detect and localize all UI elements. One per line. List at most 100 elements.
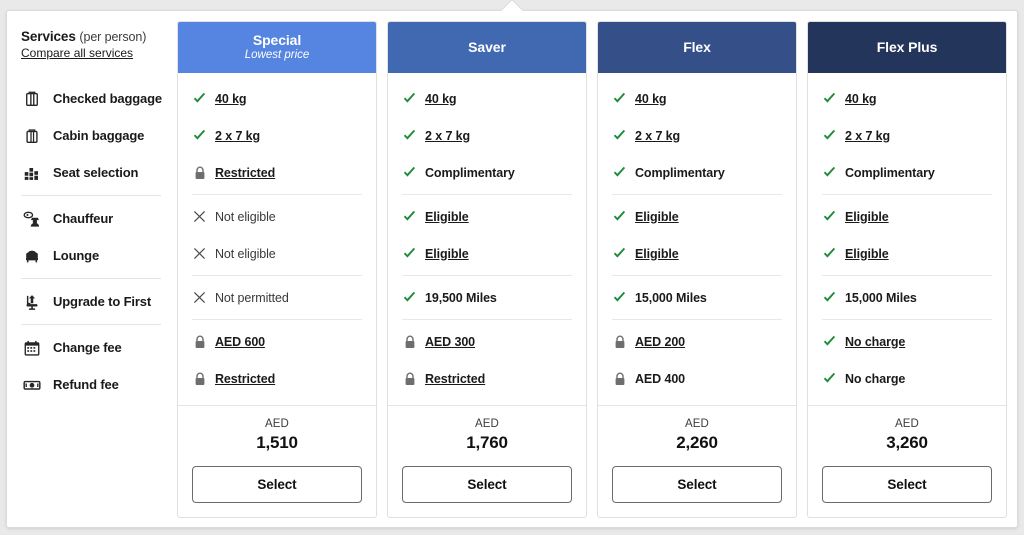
feature-value[interactable]: 40 kg: [425, 92, 457, 106]
service-row-change-fee: Change fee: [21, 329, 161, 366]
feature-value[interactable]: AED 300: [425, 335, 475, 349]
panel-pointer-notch: [497, 0, 527, 11]
feature-row: 40 kg: [612, 80, 782, 117]
feature-row: Eligible: [402, 198, 572, 235]
fare-columns: Special Lowest price 40 kg 2 x 7 kg Restrict…: [175, 11, 1017, 527]
feature-value[interactable]: 2 x 7 kg: [425, 129, 470, 143]
check-icon: [612, 209, 627, 224]
feature-row: Restricted: [192, 360, 362, 397]
feature-row: AED 600: [192, 323, 362, 360]
cross-icon: [192, 246, 207, 261]
feature-value: Complimentary: [845, 165, 935, 180]
fare-price: 2,260: [676, 433, 718, 452]
feature-value[interactable]: Eligible: [635, 247, 679, 261]
fare-price: 3,260: [886, 433, 928, 452]
feature-divider: [192, 275, 362, 276]
fare-header-special: Special Lowest price: [178, 22, 376, 73]
lock-icon: [192, 165, 207, 180]
services-heading-suffix: (per person): [79, 30, 147, 44]
feature-value[interactable]: AED 600: [215, 335, 265, 349]
feature-row: Complimentary: [822, 154, 992, 191]
fare-comparison-panel: Services (per person) Compare all servic…: [6, 10, 1018, 528]
banknote-icon: [21, 374, 43, 396]
services-list: Checked baggage Cabin baggage Seat selecti…: [21, 80, 162, 403]
service-divider: [21, 324, 161, 325]
fare-footer-flex-plus: AED 3,260 Select: [808, 405, 1006, 517]
check-icon: [822, 371, 837, 386]
fare-name: Flex: [683, 39, 711, 56]
feature-value: No charge: [845, 371, 906, 386]
fare-tagline: Lowest price: [244, 49, 310, 62]
feature-row: 19,500 Miles: [402, 279, 572, 316]
feature-value[interactable]: Restricted: [215, 372, 275, 386]
service-row-refund-fee: Refund fee: [21, 366, 161, 403]
compare-all-services-link[interactable]: Compare all services: [21, 46, 133, 60]
feature-divider: [612, 275, 782, 276]
lock-icon: [192, 334, 207, 349]
feature-value[interactable]: Eligible: [425, 210, 469, 224]
service-row-cabin-baggage: Cabin baggage: [21, 117, 161, 154]
check-icon: [192, 91, 207, 106]
feature-value: 15,000 Miles: [845, 290, 917, 305]
select-button-saver[interactable]: Select: [402, 466, 572, 503]
fare-header-flex-plus: Flex Plus: [808, 22, 1006, 73]
feature-row: 40 kg: [822, 80, 992, 117]
check-icon: [612, 165, 627, 180]
feature-row: AED 200: [612, 323, 782, 360]
feature-value[interactable]: Restricted: [425, 372, 485, 386]
service-label: Chauffeur: [53, 211, 114, 226]
feature-row: Complimentary: [612, 154, 782, 191]
check-icon: [822, 165, 837, 180]
service-row-chauffeur: Chauffeur: [21, 200, 161, 237]
feature-divider: [822, 194, 992, 195]
currency-label: AED: [475, 418, 499, 430]
feature-divider: [822, 275, 992, 276]
fare-column-flex: Flex 40 kg 2 x 7 kg Complimentary Eligible El…: [597, 21, 797, 518]
fare-footer-flex: AED 2,260 Select: [598, 405, 796, 517]
fare-price: 1,760: [466, 433, 508, 452]
select-button-flex-plus[interactable]: Select: [822, 466, 992, 503]
feature-value[interactable]: 2 x 7 kg: [635, 129, 680, 143]
feature-value[interactable]: Eligible: [845, 210, 889, 224]
service-label: Upgrade to First: [53, 294, 151, 309]
select-button-flex[interactable]: Select: [612, 466, 782, 503]
feature-row: No charge: [822, 323, 992, 360]
check-icon: [822, 246, 837, 261]
feature-divider: [612, 319, 782, 320]
feature-value[interactable]: 40 kg: [215, 92, 247, 106]
feature-row: 2 x 7 kg: [612, 117, 782, 154]
feature-divider: [822, 319, 992, 320]
feature-value[interactable]: Eligible: [845, 247, 889, 261]
service-row-checked-baggage: Checked baggage: [21, 80, 162, 117]
feature-value[interactable]: AED 200: [635, 335, 685, 349]
feature-value[interactable]: 2 x 7 kg: [845, 129, 890, 143]
feature-value: Not permitted: [215, 290, 289, 305]
service-row-upgrade-to-first: Upgrade to First: [21, 283, 161, 320]
services-heading: Services (per person): [21, 29, 161, 44]
feature-value: 15,000 Miles: [635, 290, 707, 305]
feature-row: Eligible: [822, 198, 992, 235]
feature-value[interactable]: Eligible: [425, 247, 469, 261]
feature-value[interactable]: Eligible: [635, 210, 679, 224]
feature-divider: [192, 319, 362, 320]
service-label: Lounge: [53, 248, 100, 263]
lock-icon: [402, 371, 417, 386]
feature-value[interactable]: Restricted: [215, 166, 275, 180]
feature-row: 15,000 Miles: [612, 279, 782, 316]
feature-value[interactable]: 40 kg: [845, 92, 877, 106]
fare-features-flex-plus: 40 kg 2 x 7 kg Complimentary Eligible Eligib…: [808, 73, 1006, 405]
feature-value[interactable]: 2 x 7 kg: [215, 129, 260, 143]
check-icon: [822, 128, 837, 143]
feature-row: 2 x 7 kg: [822, 117, 992, 154]
fare-header-saver: Saver: [388, 22, 586, 73]
chauffeur-icon: [21, 208, 43, 230]
cross-icon: [192, 209, 207, 224]
feature-value[interactable]: No charge: [845, 335, 905, 349]
cross-icon: [192, 290, 207, 305]
select-button-special[interactable]: Select: [192, 466, 362, 503]
service-label: Seat selection: [53, 165, 139, 180]
fare-name: Saver: [468, 39, 506, 56]
feature-value[interactable]: 40 kg: [635, 92, 667, 106]
feature-row: AED 400: [612, 360, 782, 397]
currency-label: AED: [895, 418, 919, 430]
